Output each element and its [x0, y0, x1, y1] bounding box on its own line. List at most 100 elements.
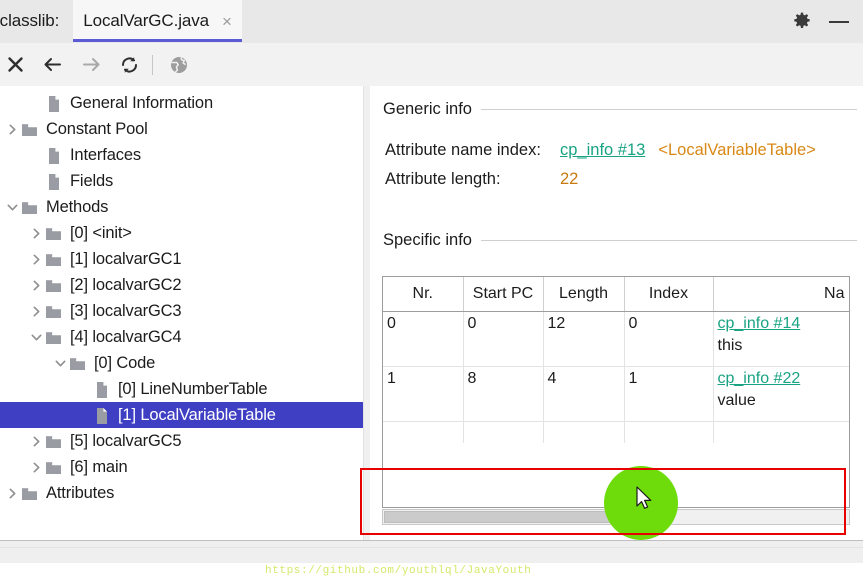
close-icon[interactable] — [0, 46, 34, 84]
back-arrow-icon[interactable] — [34, 46, 72, 84]
class-structure-tree[interactable]: General Information Constant Pool Interfac… — [0, 86, 363, 506]
jclasslib-window: jclasslib: LocalVarGC.java × General Inf… — [0, 0, 863, 577]
table-empty-row — [383, 421, 849, 444]
chevron-down-icon[interactable] — [4, 202, 20, 213]
column-header[interactable]: Nr. — [383, 277, 464, 312]
local-variable-table[interactable]: Nr. Start PC Length Index Na 0 0 12 0 cp_info #1… — [382, 276, 850, 508]
tree-node[interactable]: [1] LocalVariableTable — [0, 402, 363, 428]
tree-node[interactable]: [6] main — [0, 454, 363, 480]
tree-node-label: [3] localvarGC3 — [70, 302, 182, 320]
scrollbar-thumb[interactable] — [384, 511, 642, 523]
forward-arrow-icon[interactable] — [72, 46, 110, 84]
tree-node[interactable]: [0] <init> — [0, 220, 363, 246]
tree-node-label: [0] Code — [94, 354, 156, 372]
empty-cell — [383, 421, 464, 443]
folder-icon — [44, 459, 63, 476]
reload-icon[interactable] — [110, 46, 148, 84]
tree-node[interactable]: [0] LineNumberTable — [0, 376, 363, 402]
table-horizontal-scrollbar[interactable] — [382, 509, 850, 525]
folder-icon — [20, 485, 39, 502]
tab-active-indicator — [73, 39, 242, 42]
attribute-name-index-link[interactable]: cp_info #13 — [560, 141, 645, 160]
folder-icon — [44, 277, 63, 294]
cp-info-link[interactable]: cp_info #14 — [718, 315, 850, 333]
file-icon — [92, 407, 111, 424]
chevron-down-icon[interactable] — [52, 358, 68, 369]
empty-cell — [624, 421, 714, 443]
empty-cell — [713, 422, 849, 444]
tree-node[interactable]: Constant Pool — [0, 116, 363, 142]
file-icon — [44, 173, 63, 190]
folder-icon — [44, 329, 63, 346]
attribute-length-value: 22 — [560, 170, 579, 188]
file-icon — [92, 381, 111, 398]
tree-node[interactable]: Attributes — [0, 480, 363, 506]
tree-node-label: Fields — [70, 172, 114, 190]
title-tab-bar: jclasslib: LocalVarGC.java × — [0, 0, 863, 44]
tab-localvargc-java[interactable]: LocalVarGC.java × — [73, 0, 242, 42]
tree-node-label: Attributes — [46, 484, 115, 502]
folder-icon — [68, 355, 87, 372]
tree-node-label: [5] localvarGC5 — [70, 432, 182, 450]
specific-info-header: Specific info — [383, 231, 857, 250]
close-icon[interactable]: × — [220, 13, 234, 30]
empty-cell — [543, 421, 625, 443]
chevron-right-icon[interactable] — [28, 280, 44, 291]
folder-icon — [20, 199, 39, 216]
cell-nr: 1 — [383, 366, 464, 422]
cell-start-pc: 0 — [463, 311, 544, 367]
tree-node[interactable]: General Information — [0, 90, 363, 116]
chevron-down-icon[interactable] — [28, 332, 44, 343]
column-header[interactable]: Length — [543, 277, 625, 312]
tree-node[interactable]: [1] localvarGC1 — [0, 246, 363, 272]
tree-node-label: [1] LocalVariableTable — [118, 406, 276, 424]
table-row[interactable]: 0 0 12 0 cp_info #14 this — [383, 311, 850, 367]
globe-icon[interactable] — [160, 46, 198, 84]
tree-node[interactable]: [4] localvarGC4 — [0, 324, 363, 350]
gear-icon[interactable] — [793, 12, 811, 30]
tab-label: LocalVarGC.java — [83, 11, 209, 30]
tree-node[interactable]: Fields — [0, 168, 363, 194]
tree-node-label: Interfaces — [70, 146, 141, 164]
chevron-right-icon[interactable] — [28, 462, 44, 473]
tree-node[interactable]: Interfaces — [0, 142, 363, 168]
column-header[interactable]: Na — [713, 277, 849, 312]
variable-name: this — [717, 337, 743, 354]
chevron-right-icon[interactable] — [28, 254, 44, 265]
table-header-row: Nr. Start PC Length Index Na — [383, 277, 849, 312]
cp-info-link[interactable]: cp_info #22 — [718, 370, 850, 388]
chevron-right-icon[interactable] — [28, 228, 44, 239]
status-bar — [0, 540, 863, 563]
tree-node[interactable]: [0] Code — [0, 350, 363, 376]
tree-node[interactable]: [2] localvarGC2 — [0, 272, 363, 298]
empty-cell — [463, 421, 544, 443]
chevron-right-icon[interactable] — [28, 306, 44, 317]
column-header[interactable]: Start PC — [463, 277, 544, 312]
folder-icon — [44, 433, 63, 450]
attribute-name-index-row: Attribute name index: cp_info #13 <Local… — [385, 141, 857, 170]
table-row[interactable]: 1 8 4 1 cp_info #22 value — [383, 366, 850, 422]
cell-index: 1 — [624, 366, 714, 422]
tree-node-label: [4] localvarGC4 — [70, 328, 182, 346]
cell-name: cp_info #14 this — [713, 311, 850, 367]
folder-icon — [20, 121, 39, 138]
cell-nr: 0 — [383, 311, 464, 367]
app-name-label: jclasslib: — [0, 11, 60, 30]
tree-node-label: Constant Pool — [46, 120, 148, 138]
specific-info-title: Specific info — [383, 231, 472, 249]
chevron-right-icon[interactable] — [4, 124, 20, 135]
chevron-right-icon[interactable] — [28, 436, 44, 447]
file-icon — [44, 147, 63, 164]
chevron-right-icon[interactable] — [4, 488, 20, 499]
file-icon — [44, 95, 63, 112]
tree-node-label: [2] localvarGC2 — [70, 276, 182, 294]
tree-node[interactable]: Methods — [0, 194, 363, 220]
tree-node[interactable]: [3] localvarGC3 — [0, 298, 363, 324]
generic-info-title: Generic info — [383, 100, 472, 118]
tree-node[interactable]: [5] localvarGC5 — [0, 428, 363, 454]
section-divider — [480, 109, 857, 110]
minimize-icon[interactable] — [829, 21, 849, 23]
folder-icon — [44, 251, 63, 268]
navigation-toolbar — [0, 43, 863, 87]
column-header[interactable]: Index — [624, 277, 714, 312]
